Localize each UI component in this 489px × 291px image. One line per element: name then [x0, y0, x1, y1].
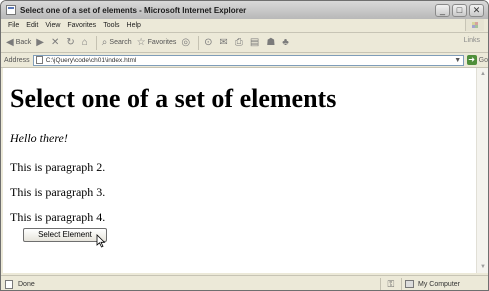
menu-favorites[interactable]: Favorites [67, 22, 96, 29]
go-button[interactable]: ➜ Go [466, 55, 488, 65]
star-icon: ☆ [136, 37, 146, 48]
scroll-down-icon[interactable]: ▼ [478, 262, 488, 272]
refresh-icon: ↻ [66, 37, 75, 48]
history-button[interactable]: ⊙ [204, 37, 214, 48]
stop-icon: ✕ [50, 37, 60, 48]
computer-icon [404, 280, 414, 288]
messenger-icon: ♣ [282, 37, 289, 48]
lock-icon: ⚿ [387, 279, 395, 289]
go-arrow-icon: ➜ [466, 55, 477, 65]
edit-icon: ▤ [249, 37, 260, 48]
menu-edit[interactable]: Edit [26, 22, 38, 29]
maximize-button[interactable]: □ [452, 3, 467, 17]
address-bar: Address C:\jQuery\code\ch01\index.html ▼… [1, 53, 488, 68]
menu-bar: File Edit View Favorites Tools Help [1, 19, 488, 33]
page-content: Select one of a set of elements Hello th… [3, 68, 476, 273]
toolbar-separator [95, 35, 97, 50]
browser-window: Select one of a set of elements - Micros… [0, 0, 489, 291]
back-arrow-icon: ◀ [6, 37, 14, 48]
paragraph-3: This is paragraph 3. [10, 185, 106, 199]
chevron-down-icon[interactable]: ▼ [453, 56, 463, 65]
zone-label: My Computer [417, 280, 460, 288]
select-element-button[interactable]: Select Element [23, 228, 107, 242]
mail-icon: ✉ [219, 37, 228, 48]
menu-file[interactable]: File [8, 22, 19, 29]
search-button[interactable]: ⌕ Search [102, 37, 132, 48]
favorites-button[interactable]: ☆ Favorites [137, 37, 177, 48]
search-label: Search [109, 39, 132, 46]
close-button[interactable]: ✕ [469, 3, 484, 17]
status-separator [400, 278, 402, 290]
standard-toolbar: ◀ Back ▶ ✕ ↻ ⌂ ⌕ Search ☆ Favorites ◎ ⊙ [1, 33, 488, 53]
status-left: Done [5, 279, 377, 289]
address-url: C:\jQuery\code\ch01\index.html [45, 56, 137, 64]
media-icon: ◎ [181, 37, 191, 48]
page-heading: Select one of a set of elements [10, 84, 337, 113]
back-label: Back [15, 39, 32, 46]
forward-arrow-icon: ▶ [36, 37, 44, 48]
favorites-label: Favorites [147, 39, 177, 46]
window-controls: _ □ ✕ [435, 3, 484, 17]
discuss-button[interactable]: ☗ [266, 37, 277, 48]
refresh-button[interactable]: ↻ [66, 37, 76, 48]
address-label: Address [4, 56, 30, 64]
menu-tools[interactable]: Tools [103, 22, 119, 29]
home-icon: ⌂ [81, 37, 88, 48]
history-icon: ⊙ [204, 37, 213, 48]
title-bar: Select one of a set of elements - Micros… [1, 1, 488, 19]
messenger-button[interactable]: ♣ [282, 37, 291, 48]
print-icon: ⎙ [234, 37, 243, 48]
scroll-up-icon[interactable]: ▲ [478, 69, 488, 79]
paragraph-2: This is paragraph 2. [10, 160, 106, 174]
back-button[interactable]: ◀ Back [6, 37, 31, 48]
status-page-icon [5, 279, 13, 289]
vertical-scrollbar[interactable]: ▲ ▼ [476, 68, 488, 273]
stop-button[interactable]: ✕ [51, 37, 61, 48]
security-zone: My Computer [404, 280, 460, 288]
go-label: Go [478, 56, 488, 64]
status-separator [379, 278, 381, 290]
page-icon [35, 56, 43, 64]
mouse-cursor-icon [96, 234, 106, 248]
ie-page-icon [6, 5, 16, 15]
paragraph-1: Hello there! [10, 131, 68, 145]
menu-help[interactable]: Help [127, 22, 141, 29]
print-button[interactable]: ⎙ [235, 37, 245, 48]
mail-button[interactable]: ✉ [219, 37, 229, 48]
minimize-button[interactable]: _ [435, 3, 450, 17]
windows-logo-icon [465, 19, 484, 31]
status-text: Done [18, 280, 35, 288]
links-button[interactable]: Links [464, 37, 480, 44]
edit-button[interactable]: ▤ [250, 37, 261, 48]
window-title: Select one of a set of elements - Micros… [20, 5, 247, 15]
toolbar-separator [198, 35, 200, 50]
paragraph-4: This is paragraph 4. [10, 210, 106, 224]
status-bar: Done ⚿ My Computer [1, 275, 488, 290]
discuss-icon: ☗ [266, 37, 276, 48]
forward-button[interactable]: ▶ [36, 37, 46, 48]
menu-view[interactable]: View [45, 22, 60, 29]
address-input[interactable]: C:\jQuery\code\ch01\index.html ▼ [32, 54, 464, 66]
home-button[interactable]: ⌂ [82, 37, 90, 48]
search-icon: ⌕ [101, 37, 108, 48]
media-button[interactable]: ◎ [181, 37, 192, 48]
